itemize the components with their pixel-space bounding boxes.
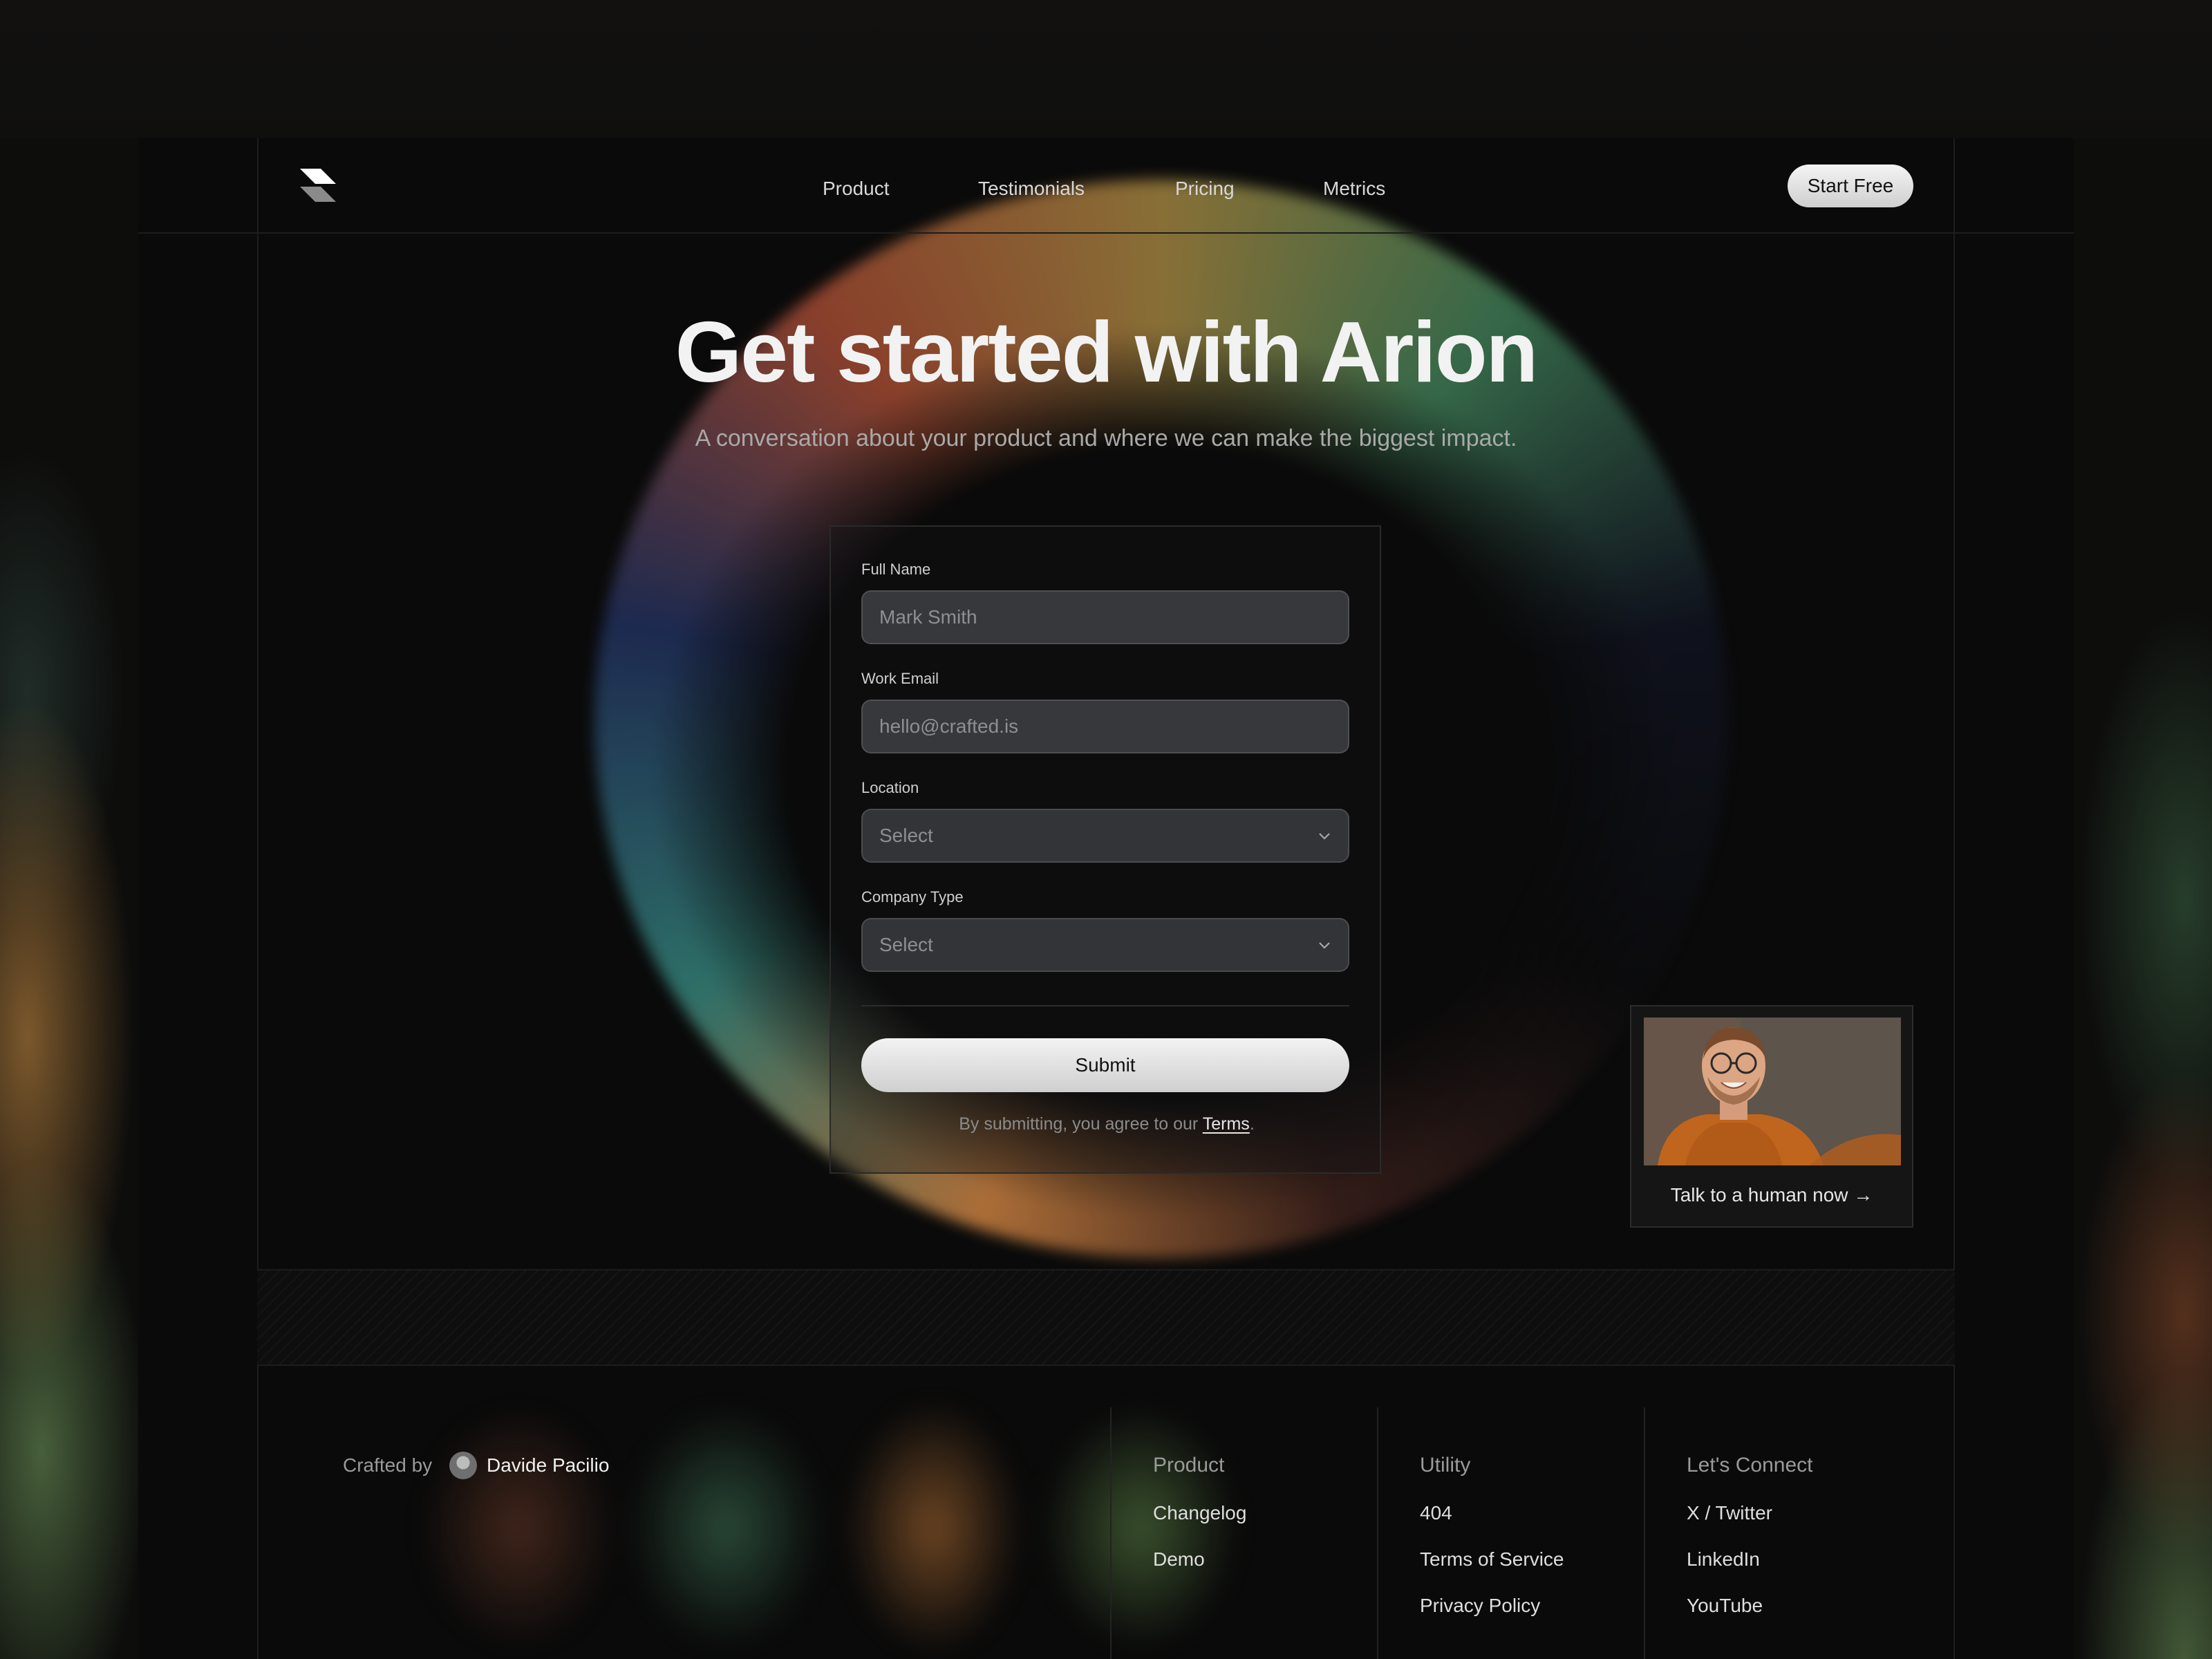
footer-column-divider bbox=[1377, 1407, 1378, 1659]
company-type-label: Company Type bbox=[861, 888, 964, 906]
terms-suffix: . bbox=[1249, 1114, 1255, 1134]
nav-link-metrics[interactable]: Metrics bbox=[1323, 177, 1385, 200]
footer-heading-product: Product bbox=[1153, 1454, 1225, 1477]
page-title: Get started with Arion bbox=[675, 305, 1539, 400]
talk-to-human-card[interactable]: Talk to a human now → bbox=[1630, 1005, 1913, 1228]
submit-button[interactable]: Submit bbox=[861, 1038, 1349, 1092]
nav-divider bbox=[138, 232, 2074, 234]
person-portrait-icon bbox=[1644, 1018, 1901, 1165]
arion-logo-icon[interactable] bbox=[297, 166, 339, 205]
author-link[interactable]: Davide Pacilio bbox=[487, 1453, 609, 1478]
footer-link-privacy-policy[interactable]: Privacy Policy bbox=[1420, 1594, 1540, 1618]
location-select[interactable]: Select bbox=[861, 809, 1349, 863]
footer-link-terms-of-service[interactable]: Terms of Service bbox=[1420, 1548, 1564, 1571]
footer-link-youtube[interactable]: YouTube bbox=[1687, 1594, 1763, 1618]
crafted-by-label: Crafted by bbox=[343, 1454, 433, 1476]
top-band bbox=[0, 0, 2212, 138]
form-divider bbox=[861, 1005, 1349, 1006]
work-email-label: Work Email bbox=[861, 670, 939, 687]
nav-link-pricing[interactable]: Pricing bbox=[1175, 177, 1235, 200]
location-label: Location bbox=[861, 779, 919, 796]
footer-column-divider bbox=[1110, 1407, 1112, 1659]
contact-form: Full Name Work Email Location Select Com… bbox=[830, 525, 1381, 1174]
page-subtitle: A conversation about your product and wh… bbox=[695, 425, 1517, 451]
footer-link-demo[interactable]: Demo bbox=[1153, 1548, 1205, 1571]
chevron-down-icon bbox=[1319, 833, 1330, 840]
full-name-label: Full Name bbox=[861, 561, 931, 578]
location-select-value: Select bbox=[879, 825, 933, 846]
company-type-select-value: Select bbox=[879, 934, 933, 955]
footer-link-changelog[interactable]: Changelog bbox=[1153, 1501, 1246, 1525]
footer-heading-utility: Utility bbox=[1420, 1454, 1471, 1477]
side-glow-left bbox=[0, 138, 138, 1659]
support-agent-photo bbox=[1644, 1018, 1901, 1165]
chevron-down-icon bbox=[1319, 942, 1330, 949]
full-name-input[interactable] bbox=[861, 590, 1349, 644]
footer-heading-lets-connect: Let's Connect bbox=[1687, 1454, 1813, 1477]
footer-column-divider bbox=[1644, 1407, 1645, 1659]
side-glow-right bbox=[2074, 138, 2212, 1659]
talk-to-human-link[interactable]: Talk to a human now → bbox=[1631, 1183, 1912, 1207]
avatar bbox=[449, 1452, 477, 1479]
terms-notice: By submitting, you agree to our Terms. bbox=[831, 1113, 1382, 1135]
work-email-input[interactable] bbox=[861, 700, 1349, 753]
terms-prefix: By submitting, you agree to our bbox=[959, 1114, 1203, 1134]
page-frame: Product Testimonials Pricing Metrics Sta… bbox=[138, 138, 2074, 1659]
nav-link-product[interactable]: Product bbox=[823, 177, 890, 200]
terms-link[interactable]: Terms bbox=[1203, 1114, 1250, 1134]
start-free-button[interactable]: Start Free bbox=[1788, 165, 1913, 207]
hatched-separator bbox=[257, 1271, 1955, 1365]
footer-link-linkedin[interactable]: LinkedIn bbox=[1687, 1548, 1760, 1571]
footer-link-404[interactable]: 404 bbox=[1420, 1501, 1452, 1525]
hatch-divider-bottom bbox=[257, 1365, 1955, 1366]
nav-link-testimonials[interactable]: Testimonials bbox=[978, 177, 1085, 200]
footer-link-x-twitter[interactable]: X / Twitter bbox=[1687, 1501, 1772, 1525]
company-type-select[interactable]: Select bbox=[861, 918, 1349, 972]
